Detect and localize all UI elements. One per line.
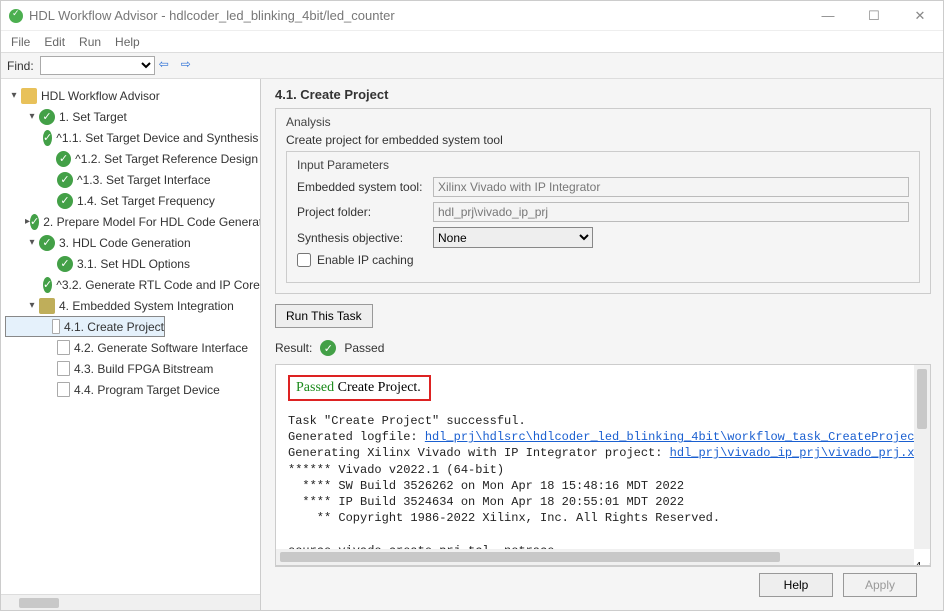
pass-icon — [56, 151, 71, 167]
tree-panel: ▾HDL Workflow Advisor ▾1. Set Target ^1.… — [1, 79, 261, 610]
tree-hdl-code-gen[interactable]: ▾3. HDL Code Generation — [5, 232, 258, 253]
pass-icon — [57, 172, 73, 188]
tree-create-project[interactable]: 4.1. Create Project — [5, 316, 165, 337]
find-input[interactable] — [40, 56, 155, 75]
analysis-group: Analysis Create project for embedded sys… — [275, 108, 931, 294]
pass-icon — [39, 109, 55, 125]
tree-item[interactable]: 4.2. Generate Software Interface — [5, 337, 258, 358]
logfile-link[interactable]: hdl_prj\hdlsrc\hdlcoder_led_blinking_4bi… — [425, 430, 931, 444]
close-button[interactable]: ✕ — [897, 1, 943, 31]
find-next-icon[interactable]: ⇨ — [181, 57, 199, 75]
pass-icon — [39, 235, 55, 251]
apply-button[interactable]: Apply — [843, 573, 917, 597]
tree-item[interactable]: 4.3. Build FPGA Bitstream — [5, 358, 258, 379]
log-h-scrollbar[interactable] — [276, 549, 914, 565]
tree-embedded-integration[interactable]: ▾4. Embedded System Integration — [5, 295, 258, 316]
tree-item[interactable]: 3.1. Set HDL Options — [5, 253, 258, 274]
tree-set-target[interactable]: ▾1. Set Target — [5, 106, 258, 127]
pass-icon — [43, 277, 52, 293]
pass-icon: ✓ — [320, 340, 336, 356]
log-output: Task "Create Project" successful. Genera… — [288, 413, 918, 566]
input-params-group: Input Parameters Embedded system tool: P… — [286, 151, 920, 283]
synthesis-objective-label: Synthesis objective: — [297, 231, 427, 245]
tree-item[interactable]: ^1.1. Set Target Device and Synthesis To… — [5, 127, 258, 148]
result-highlight: Passed Create Project. — [288, 375, 431, 401]
menu-run[interactable]: Run — [79, 35, 101, 49]
enable-ip-caching-checkbox[interactable] — [297, 253, 311, 267]
tree-item[interactable]: 1.4. Set Target Frequency — [5, 190, 258, 211]
find-prev-icon[interactable]: ⇦ — [159, 57, 177, 75]
minimize-button[interactable]: — — [805, 1, 851, 31]
task-heading: 4.1. Create Project — [275, 87, 931, 102]
pass-icon — [30, 214, 39, 230]
title-bar: HDL Workflow Advisor - hdlcoder_led_blin… — [1, 1, 943, 31]
enable-ip-caching-label: Enable IP caching — [317, 253, 414, 267]
menu-bar: File Edit Run Help — [1, 31, 943, 53]
doc-icon — [52, 319, 60, 334]
project-folder-field — [433, 202, 909, 222]
tree-prepare-model[interactable]: ▸2. Prepare Model For HDL Code Generatio… — [5, 211, 258, 232]
find-label: Find: — [7, 59, 34, 73]
pass-icon — [57, 256, 73, 272]
window-title: HDL Workflow Advisor - hdlcoder_led_blin… — [29, 8, 395, 23]
folder-icon — [21, 88, 37, 104]
menu-edit[interactable]: Edit — [44, 35, 65, 49]
synthesis-objective-select[interactable]: None — [433, 227, 593, 248]
maximize-button[interactable]: ☐ — [851, 1, 897, 31]
tree-h-scrollbar[interactable] — [1, 594, 260, 610]
doc-icon — [57, 361, 70, 376]
find-bar: Find: ⇦ ⇨ — [1, 53, 943, 79]
help-button[interactable]: Help — [759, 573, 833, 597]
tree-root[interactable]: ▾HDL Workflow Advisor — [5, 85, 258, 106]
menu-help[interactable]: Help — [115, 35, 140, 49]
result-label: Result: — [275, 341, 312, 355]
tree-item[interactable]: ^3.2. Generate RTL Code and IP Core — [5, 274, 258, 295]
app-icon — [9, 9, 23, 23]
analysis-title: Analysis — [286, 115, 920, 129]
tree-item[interactable]: ^1.3. Set Target Interface — [5, 169, 258, 190]
embedded-tool-label: Embedded system tool: — [297, 180, 427, 194]
menu-file[interactable]: File — [11, 35, 30, 49]
footer-bar: Help Apply — [275, 566, 931, 602]
project-folder-label: Project folder: — [297, 205, 427, 219]
log-v-scrollbar[interactable] — [914, 365, 930, 549]
gear-icon — [39, 298, 55, 314]
tree-item[interactable]: 4.4. Program Target Device — [5, 379, 258, 400]
result-value: Passed — [344, 341, 384, 355]
embedded-tool-field — [433, 177, 909, 197]
main-panel: 4.1. Create Project Analysis Create proj… — [261, 79, 943, 610]
run-this-task-button[interactable]: Run This Task — [275, 304, 373, 328]
pass-icon — [43, 130, 52, 146]
input-params-title: Input Parameters — [297, 158, 909, 172]
project-link[interactable]: hdl_prj\vivado_ip_prj\vivado_prj.xpr — [670, 446, 929, 460]
doc-icon — [57, 382, 70, 397]
tree-item[interactable]: ^1.2. Set Target Reference Design — [5, 148, 258, 169]
result-log-box: Passed Create Project. Task "Create Proj… — [275, 364, 931, 566]
analysis-desc: Create project for embedded system tool — [286, 133, 920, 147]
doc-icon — [57, 340, 70, 355]
pass-icon — [57, 193, 73, 209]
